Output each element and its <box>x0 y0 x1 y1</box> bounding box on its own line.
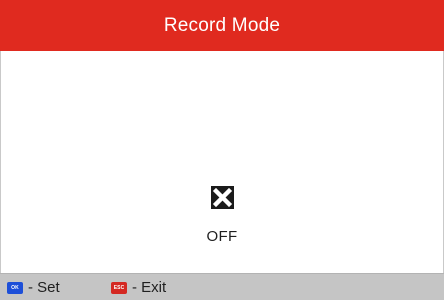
ok-key-icon: OK <box>7 281 23 294</box>
set-label: - Set <box>28 279 60 296</box>
main-content: OFF <box>0 51 444 273</box>
title-bar: Record Mode <box>0 0 444 51</box>
esc-key-icon: ESC <box>111 281 127 294</box>
exit-action[interactable]: ESC - Exit <box>111 279 166 296</box>
record-mode-screen: Record Mode OFF OK - Set ESC - Exit <box>0 0 444 300</box>
exit-label: - Exit <box>132 279 167 296</box>
page-title: Record Mode <box>163 14 281 36</box>
x-mark-icon <box>211 186 234 209</box>
set-action[interactable]: OK - Set <box>7 279 60 296</box>
record-mode-status: OFF <box>206 228 238 245</box>
footer-bar: OK - Set ESC - Exit <box>0 273 444 300</box>
